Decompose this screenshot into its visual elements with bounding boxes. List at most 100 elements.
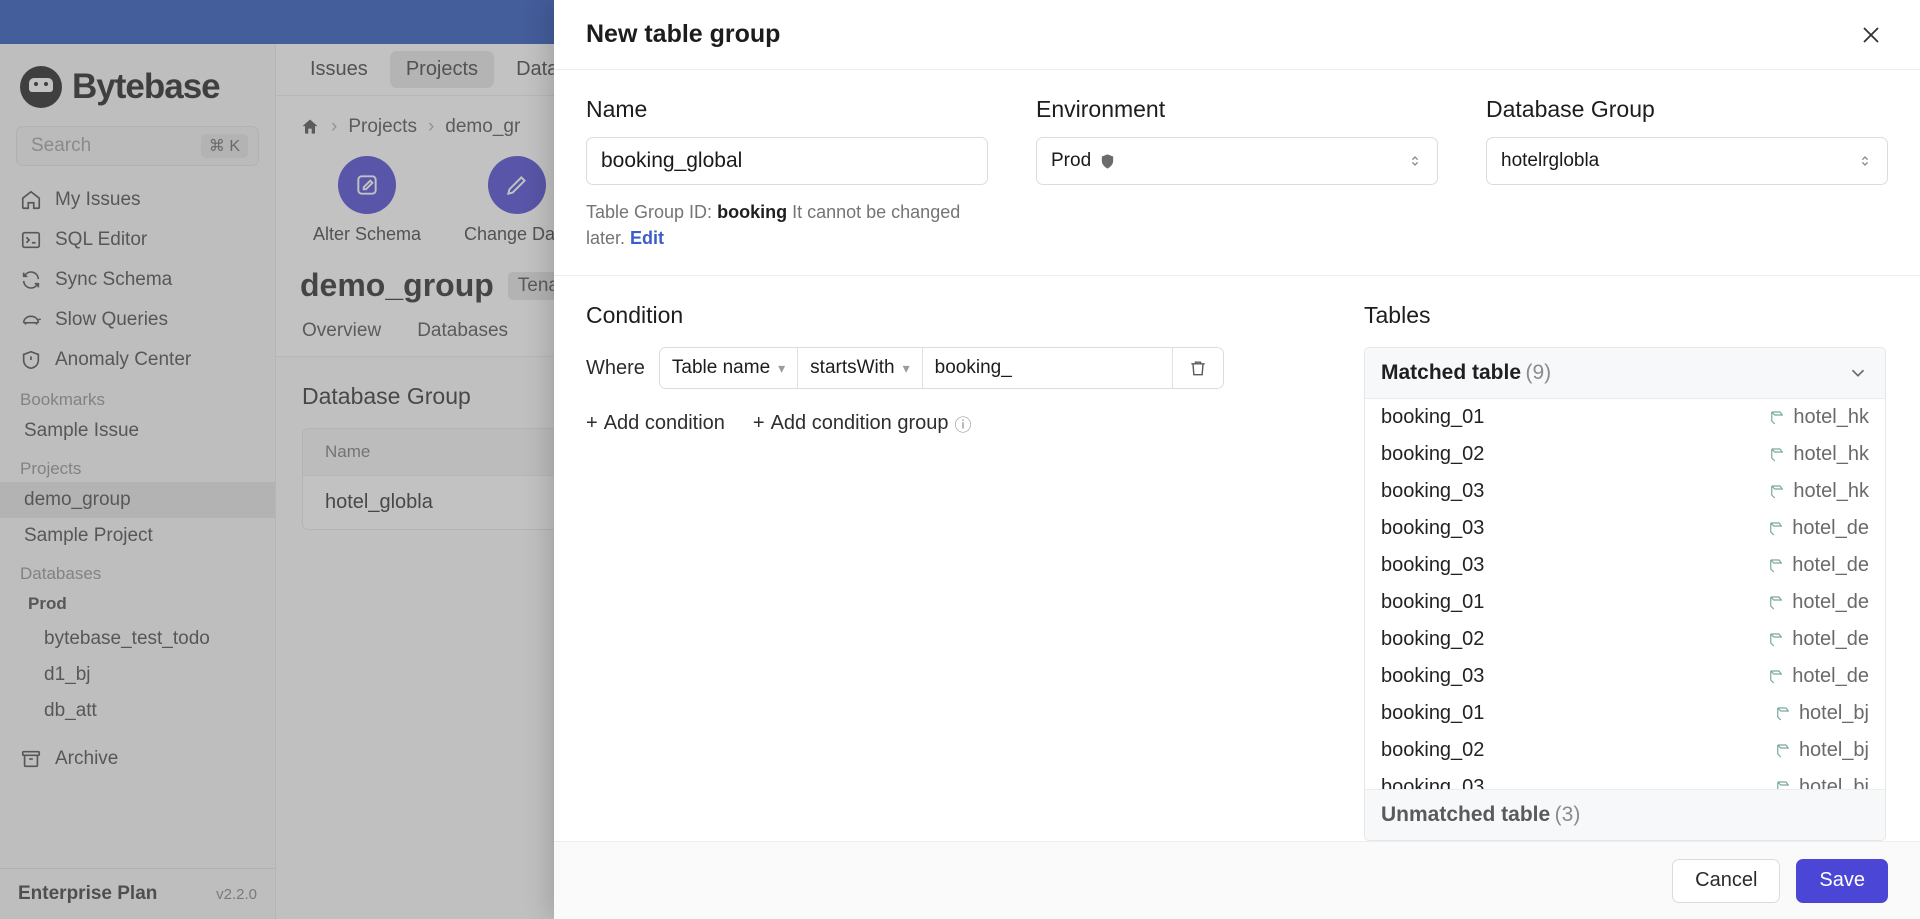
tables-column: Tables Matched table (9) booking_01 hote…	[1364, 276, 1920, 841]
table-row[interactable]: booking_01 hotel_de	[1365, 584, 1885, 621]
chevron-down-icon[interactable]	[1847, 362, 1869, 384]
database-icon	[1777, 707, 1789, 721]
add-condition-group-button[interactable]: + Add condition group ⓘ	[753, 411, 972, 436]
matched-table-header[interactable]: Matched table (9)	[1365, 348, 1885, 400]
environment-field-group: Environment Prod	[1036, 96, 1438, 185]
table-name: booking_01	[1381, 591, 1485, 614]
name-field-group: Name booking_global	[586, 96, 988, 185]
table-row[interactable]: booking_01 hotel_hk	[1365, 399, 1885, 436]
database-icon	[1771, 411, 1784, 425]
table-group-id-value: booking	[717, 202, 788, 222]
plus-icon: +	[752, 412, 765, 435]
condition-field-select[interactable]: Table name ▾	[659, 348, 799, 389]
database-name: hotel_hk	[1793, 406, 1869, 429]
environment-label: Environment	[1036, 96, 1166, 122]
database-cell: hotel_de	[1767, 517, 1869, 540]
database-icon	[1770, 596, 1783, 610]
unmatched-count: (3)	[1554, 803, 1581, 826]
database-cell: hotel_bj	[1774, 739, 1869, 762]
table-row[interactable]: booking_02 hotel_hk	[1365, 436, 1885, 473]
database-group-select[interactable]: hotelrglobla	[1486, 137, 1888, 185]
where-label: Where	[586, 356, 645, 379]
table-name: booking_03	[1381, 480, 1485, 503]
database-name: hotel_bj	[1798, 702, 1869, 725]
table-name: booking_03	[1381, 517, 1485, 540]
database-icon	[1770, 670, 1783, 684]
tables-card: Matched table (9) booking_01 hotel_hk bo…	[1364, 347, 1886, 841]
database-name: hotel_bj	[1798, 739, 1869, 762]
database-cell: hotel_bj	[1774, 776, 1869, 789]
database-cell: hotel_de	[1767, 665, 1869, 688]
database-group-field-group: Database Group hotelrglobla	[1486, 96, 1888, 185]
dialog-columns: Condition Where Table name ▾ startsWith …	[554, 276, 1920, 841]
table-row[interactable]: booking_03 hotel_hk	[1365, 473, 1885, 510]
table-name: booking_03	[1381, 554, 1485, 577]
chevron-updown-icon	[1861, 156, 1869, 166]
database-cell: hotel_de	[1767, 554, 1869, 577]
condition-actions: + Add condition + Add condition group ⓘ	[586, 411, 1332, 436]
delete-condition-button[interactable]	[1172, 348, 1223, 389]
dialog-body: Name booking_global Environment Prod Dat…	[554, 70, 1920, 841]
add-condition-label: Add condition	[603, 412, 725, 435]
database-icon	[1770, 633, 1783, 647]
add-condition-button[interactable]: + Add condition	[586, 412, 725, 435]
table-name: booking_02	[1381, 443, 1485, 466]
matched-table-list: booking_01 hotel_hk booking_02 hotel_hk …	[1365, 399, 1885, 789]
table-row[interactable]: booking_02 hotel_de	[1365, 621, 1885, 658]
matched-header-text: Matched table (9)	[1381, 361, 1551, 385]
condition-operator-select[interactable]: startsWith ▾	[798, 348, 923, 389]
table-name: booking_01	[1381, 702, 1485, 725]
database-name: hotel_hk	[1793, 443, 1869, 466]
database-name: hotel_de	[1792, 517, 1869, 540]
table-row[interactable]: booking_03 hotel_de	[1365, 658, 1885, 695]
database-icon	[1771, 448, 1784, 462]
table-row[interactable]: booking_03 hotel_de	[1365, 510, 1885, 547]
condition-controls: Table name ▾ startsWith ▾ booking_	[658, 347, 1224, 390]
question-icon[interactable]: ⓘ	[955, 411, 972, 436]
chevron-down-icon: ▾	[902, 360, 910, 377]
table-row[interactable]: booking_03 hotel_bj	[1365, 769, 1885, 789]
table-row[interactable]: booking_02 hotel_bj	[1365, 732, 1885, 769]
database-name: hotel_de	[1792, 628, 1869, 651]
environment-value: Prod	[1051, 150, 1092, 171]
name-input-value: booking_global	[601, 149, 743, 172]
condition-value-text: booking_	[934, 357, 1012, 379]
condition-column: Condition Where Table name ▾ startsWith …	[554, 276, 1364, 841]
save-button[interactable]: Save	[1796, 858, 1888, 903]
new-table-group-dialog: New table group Name booking_global Envi…	[554, 0, 1920, 919]
chevron-updown-icon	[1411, 156, 1419, 166]
condition-value-input[interactable]: booking_	[922, 348, 1173, 389]
name-input[interactable]: booking_global	[586, 137, 988, 185]
cancel-button[interactable]: Cancel	[1672, 858, 1781, 903]
database-name: hotel_de	[1792, 665, 1869, 688]
unmatched-table-header[interactable]: Unmatched table (3)	[1365, 789, 1885, 840]
name-label: Name	[586, 96, 648, 122]
table-row[interactable]: booking_01 hotel_bj	[1365, 695, 1885, 732]
environment-select[interactable]: Prod	[1036, 137, 1438, 185]
database-cell: hotel_hk	[1768, 406, 1869, 429]
condition-title: Condition	[586, 302, 684, 329]
table-name: booking_03	[1381, 776, 1485, 789]
table-row[interactable]: booking_03 hotel_de	[1365, 547, 1885, 584]
database-name: hotel_de	[1792, 591, 1869, 614]
database-name: hotel_hk	[1793, 480, 1869, 503]
matched-label: Matched table	[1381, 361, 1522, 385]
table-name: booking_03	[1381, 665, 1485, 688]
database-group-value: hotelrglobla	[1501, 150, 1600, 171]
unmatched-header-text: Unmatched table (3)	[1381, 803, 1580, 827]
trash-icon	[1190, 361, 1205, 376]
close-icon[interactable]	[1854, 18, 1888, 52]
form-fields: Name booking_global Environment Prod Dat…	[554, 70, 1920, 185]
dialog-title: New table group	[586, 20, 781, 48]
hint-prefix: Table Group ID:	[586, 202, 713, 222]
database-name: hotel_de	[1792, 554, 1869, 577]
unmatched-label: Unmatched table	[1381, 803, 1551, 826]
environment-value-wrap: Prod	[1051, 150, 1116, 172]
database-cell: hotel_de	[1767, 628, 1869, 651]
shield-icon	[1101, 153, 1114, 169]
database-icon	[1771, 485, 1784, 499]
database-cell: hotel_hk	[1768, 480, 1869, 503]
database-icon	[1777, 744, 1789, 758]
edit-id-link[interactable]: Edit	[630, 228, 664, 248]
table-name: booking_02	[1381, 739, 1485, 762]
